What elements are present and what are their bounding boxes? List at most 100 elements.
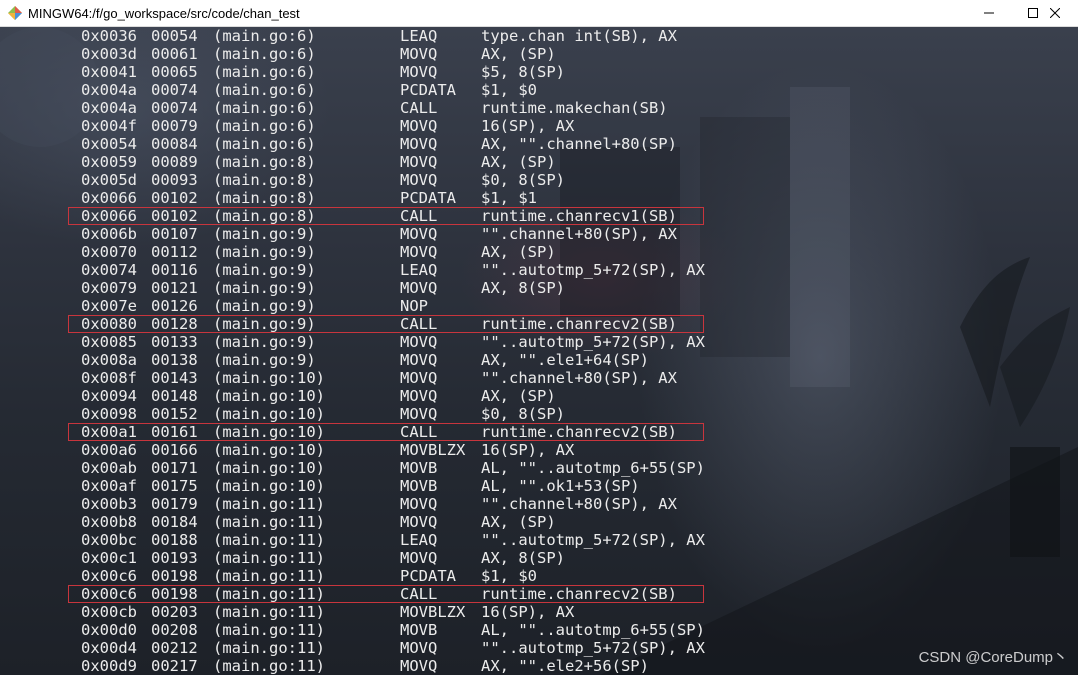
window-titlebar[interactable]: MINGW64:/f/go_workspace/src/code/chan_te…: [0, 0, 1078, 27]
asm-offset: 00107: [151, 225, 198, 243]
asm-address: 0x008a: [81, 351, 137, 369]
asm-source-ref: (main.go:11): [213, 603, 325, 621]
asm-address: 0x0074: [81, 261, 137, 279]
asm-source-ref: (main.go:11): [213, 513, 325, 531]
asm-opcode: MOVQ: [400, 387, 438, 405]
asm-address: 0x00d4: [81, 639, 137, 657]
asm-operands: AX, (SP): [481, 513, 556, 531]
asm-offset: 00161: [151, 423, 198, 441]
asm-source-ref: (main.go:8): [213, 189, 316, 207]
asm-opcode: MOVB: [400, 621, 438, 639]
asm-operands: AL, "".ok1+53(SP): [481, 477, 640, 495]
asm-source-ref: (main.go:6): [213, 63, 316, 81]
asm-opcode: CALL: [400, 207, 438, 225]
asm-address: 0x00b3: [81, 495, 137, 513]
asm-source-ref: (main.go:10): [213, 405, 325, 423]
asm-address: 0x008f: [81, 369, 137, 387]
asm-opcode: LEAQ: [400, 261, 438, 279]
asm-opcode: MOVQ: [400, 63, 438, 81]
asm-operands: runtime.chanrecv1(SB): [481, 207, 677, 225]
asm-source-ref: (main.go:11): [213, 567, 325, 585]
asm-source-ref: (main.go:10): [213, 369, 325, 387]
asm-offset: 00171: [151, 459, 198, 477]
asm-opcode: LEAQ: [400, 531, 438, 549]
asm-opcode: MOVQ: [400, 225, 438, 243]
asm-source-ref: (main.go:10): [213, 423, 325, 441]
asm-offset: 00208: [151, 621, 198, 639]
asm-address: 0x0070: [81, 243, 137, 261]
asm-operands: runtime.makechan(SB): [481, 99, 668, 117]
asm-opcode: NOP: [400, 297, 428, 315]
asm-address: 0x00af: [81, 477, 137, 495]
asm-opcode: MOVQ: [400, 657, 438, 675]
asm-offset: 00148: [151, 387, 198, 405]
asm-source-ref: (main.go:6): [213, 27, 316, 45]
asm-source-ref: (main.go:11): [213, 621, 325, 639]
asm-address: 0x00d0: [81, 621, 137, 639]
asm-source-ref: (main.go:9): [213, 297, 316, 315]
close-button[interactable]: [1032, 0, 1078, 26]
asm-offset: 00116: [151, 261, 198, 279]
asm-address: 0x0041: [81, 63, 137, 81]
asm-opcode: MOVBLZX: [400, 603, 466, 621]
asm-opcode: MOVQ: [400, 405, 438, 423]
asm-opcode: CALL: [400, 585, 438, 603]
asm-source-ref: (main.go:6): [213, 99, 316, 117]
asm-operands: ""..autotmp_5+72(SP), AX: [481, 261, 705, 279]
asm-offset: 00126: [151, 297, 198, 315]
asm-address: 0x00c6: [81, 567, 137, 585]
asm-source-ref: (main.go:10): [213, 387, 325, 405]
asm-opcode: PCDATA: [400, 81, 456, 99]
asm-operands: AX, (SP): [481, 153, 556, 171]
asm-operands: runtime.chanrecv2(SB): [481, 423, 677, 441]
asm-opcode: MOVB: [400, 459, 438, 477]
asm-address: 0x004f: [81, 117, 137, 135]
asm-opcode: MOVBLZX: [400, 441, 466, 459]
asm-offset: 00089: [151, 153, 198, 171]
asm-operands: AX, 8(SP): [481, 279, 565, 297]
asm-offset: 00184: [151, 513, 198, 531]
asm-source-ref: (main.go:9): [213, 225, 316, 243]
asm-source-ref: (main.go:6): [213, 81, 316, 99]
asm-offset: 00188: [151, 531, 198, 549]
asm-offset: 00198: [151, 567, 198, 585]
asm-offset: 00212: [151, 639, 198, 657]
asm-source-ref: (main.go:11): [213, 585, 325, 603]
asm-source-ref: (main.go:11): [213, 657, 325, 675]
mingw-diamond-icon[interactable]: [7, 5, 23, 21]
asm-address: 0x00d9: [81, 657, 137, 675]
asm-opcode: MOVQ: [400, 369, 438, 387]
asm-opcode: MOVQ: [400, 549, 438, 567]
asm-offset: 00054: [151, 27, 198, 45]
asm-operands: 16(SP), AX: [481, 441, 575, 459]
asm-operands: AX, "".ele2+56(SP): [481, 657, 649, 675]
asm-address: 0x00ab: [81, 459, 137, 477]
asm-address: 0x004a: [81, 81, 137, 99]
asm-offset: 00121: [151, 279, 198, 297]
asm-operands: AX, "".channel+80(SP): [481, 135, 677, 153]
asm-source-ref: (main.go:8): [213, 207, 316, 225]
asm-opcode: CALL: [400, 315, 438, 333]
asm-offset: 00193: [151, 549, 198, 567]
asm-opcode: CALL: [400, 99, 438, 117]
asm-operands: AL, ""..autotmp_6+55(SP): [481, 459, 705, 477]
asm-address: 0x0066: [81, 189, 137, 207]
asm-address: 0x005d: [81, 171, 137, 189]
asm-offset: 00179: [151, 495, 198, 513]
asm-operands: $1, $1: [481, 189, 537, 207]
asm-opcode: MOVQ: [400, 171, 438, 189]
asm-operands: $1, $0: [481, 81, 537, 99]
asm-offset: 00084: [151, 135, 198, 153]
asm-source-ref: (main.go:9): [213, 315, 316, 333]
asm-address: 0x007e: [81, 297, 137, 315]
asm-offset: 00079: [151, 117, 198, 135]
terminal-output[interactable]: 0x0036 00054 (main.go:6) LEAQ type.chan int(…: [0, 27, 1078, 675]
asm-offset: 00203: [151, 603, 198, 621]
asm-address: 0x00bc: [81, 531, 137, 549]
asm-operands: ""..autotmp_5+72(SP), AX: [481, 639, 705, 657]
asm-opcode: PCDATA: [400, 189, 456, 207]
asm-offset: 00065: [151, 63, 198, 81]
minimize-button[interactable]: [966, 0, 1012, 26]
asm-opcode: MOVQ: [400, 45, 438, 63]
asm-opcode: MOVQ: [400, 135, 438, 153]
